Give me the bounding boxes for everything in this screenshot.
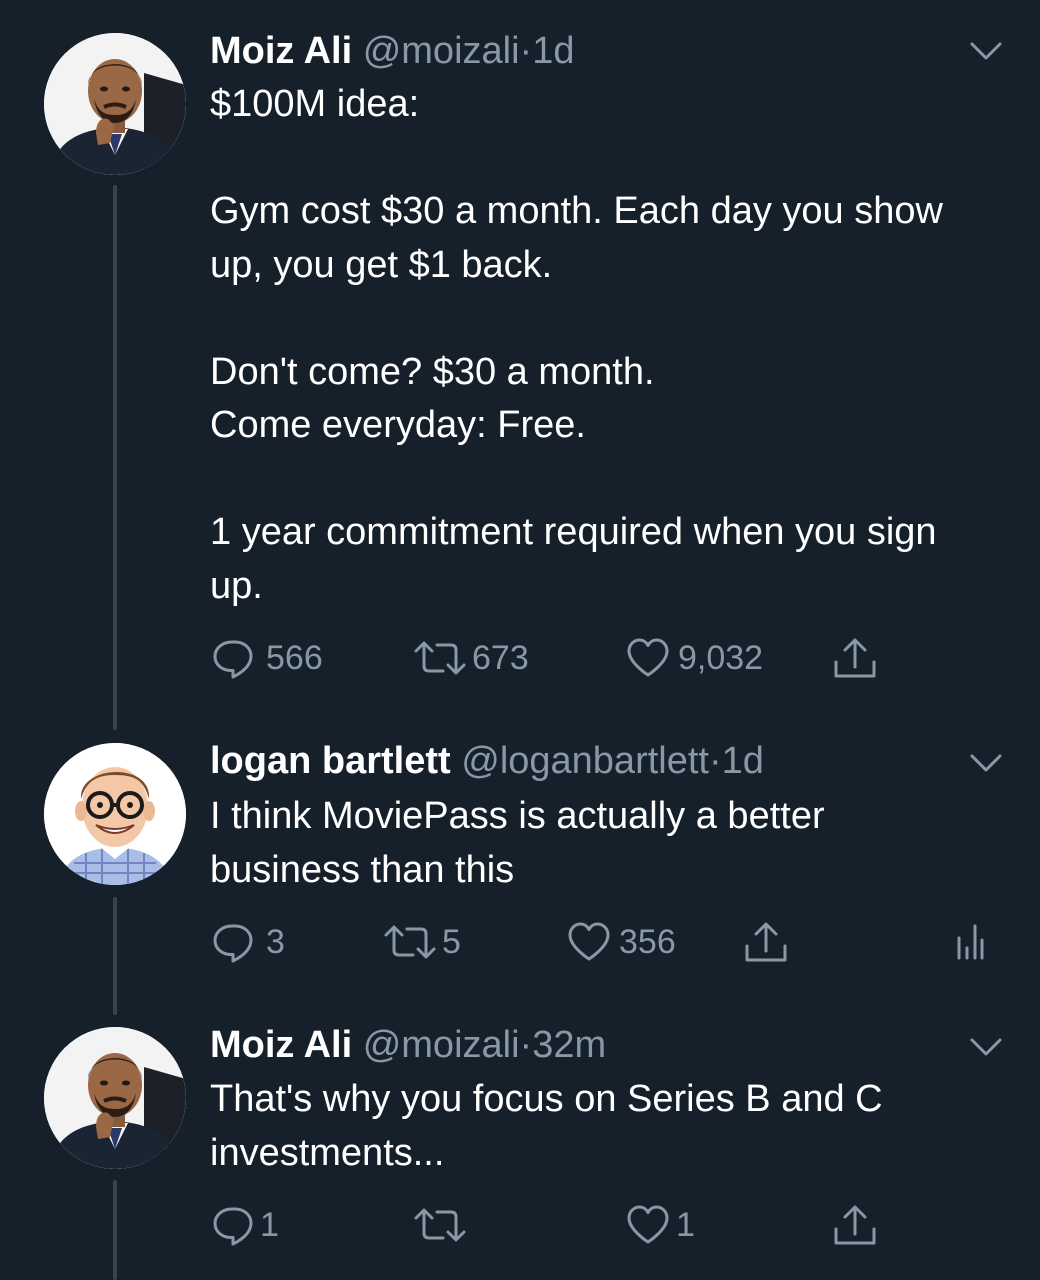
reply-icon xyxy=(210,1201,258,1249)
heart-icon xyxy=(624,634,672,682)
separator-dot: · xyxy=(519,30,533,72)
like-button[interactable]: 356 xyxy=(565,918,676,966)
thread-line xyxy=(113,1180,117,1280)
author-handle[interactable]: @moizali xyxy=(363,30,520,72)
analytics-icon xyxy=(955,918,985,966)
tweet-2[interactable]: logan bartlett @loganbartlett·1d I think… xyxy=(0,725,1040,1015)
avatar-moiz-ali[interactable] xyxy=(44,1027,186,1169)
more-options-button[interactable] xyxy=(966,36,1006,66)
tweet-timestamp[interactable]: 1d xyxy=(532,30,574,72)
tweet-timestamp[interactable]: 1d xyxy=(722,740,764,782)
analytics-button[interactable] xyxy=(955,918,985,966)
tweet-text: $100M idea: Gym cost $30 a month. Each d… xyxy=(210,83,943,607)
thread-line xyxy=(113,185,117,730)
chevron-down-icon xyxy=(966,1032,1006,1062)
retweet-icon xyxy=(410,1201,470,1249)
tweet-header: logan bartlett @loganbartlett·1d xyxy=(210,737,764,785)
tweet-header: Moiz Ali @moizali·1d xyxy=(210,27,574,75)
tweet-3[interactable]: Moiz Ali @moizali·32m That's why you foc… xyxy=(0,1010,1040,1280)
retweet-button[interactable]: 5 xyxy=(380,918,461,966)
retweet-button[interactable] xyxy=(410,1201,478,1249)
like-count: 1 xyxy=(676,1206,695,1244)
retweet-count: 673 xyxy=(472,639,529,677)
separator-dot: · xyxy=(708,740,722,782)
like-count: 9,032 xyxy=(678,639,764,677)
tweet-1[interactable]: Moiz Ali @moizali·1d $100M idea: Gym cos… xyxy=(0,0,1040,730)
share-icon xyxy=(742,918,790,966)
author-handle[interactable]: @loganbartlett xyxy=(461,740,709,782)
reply-count: 566 xyxy=(266,639,323,677)
reply-count: 3 xyxy=(266,923,285,961)
tweet-text: I think MoviePass is actually a better b… xyxy=(210,795,825,891)
share-button[interactable] xyxy=(742,918,790,966)
retweet-icon xyxy=(380,918,440,966)
share-button[interactable] xyxy=(831,1201,879,1249)
tweet-header: Moiz Ali @moizali·32m xyxy=(210,1021,606,1069)
heart-icon xyxy=(624,1201,672,1249)
author-name[interactable]: logan bartlett xyxy=(210,740,451,782)
share-button[interactable] xyxy=(831,634,879,682)
chevron-down-icon xyxy=(966,748,1006,778)
separator-dot: · xyxy=(519,1024,533,1066)
author-handle[interactable]: @moizali xyxy=(363,1024,520,1066)
more-options-button[interactable] xyxy=(966,1032,1006,1062)
tweet-timestamp[interactable]: 32m xyxy=(532,1024,606,1066)
share-icon xyxy=(831,1201,879,1249)
chevron-down-icon xyxy=(966,36,1006,66)
reply-button[interactable]: 1 xyxy=(210,1201,279,1249)
heart-icon xyxy=(565,918,613,966)
retweet-count: 5 xyxy=(442,923,461,961)
avatar-moiz-ali[interactable] xyxy=(44,33,186,175)
avatar-logan-bartlett[interactable] xyxy=(44,743,186,885)
tweet-text: That's why you focus on Series B and C i… xyxy=(210,1078,883,1174)
like-button[interactable]: 1 xyxy=(624,1201,695,1249)
more-options-button[interactable] xyxy=(966,748,1006,778)
like-count: 356 xyxy=(619,923,676,961)
thread-line xyxy=(113,897,117,1015)
reply-icon xyxy=(210,918,258,966)
like-button[interactable]: 9,032 xyxy=(624,634,763,682)
author-name[interactable]: Moiz Ali xyxy=(210,1024,352,1066)
reply-button[interactable]: 3 xyxy=(210,918,285,966)
author-name[interactable]: Moiz Ali xyxy=(210,30,352,72)
reply-icon xyxy=(210,634,258,682)
reply-count: 1 xyxy=(260,1206,279,1244)
retweet-button[interactable]: 673 xyxy=(410,634,529,682)
reply-button[interactable]: 566 xyxy=(210,634,323,682)
retweet-icon xyxy=(410,634,470,682)
share-icon xyxy=(831,634,879,682)
